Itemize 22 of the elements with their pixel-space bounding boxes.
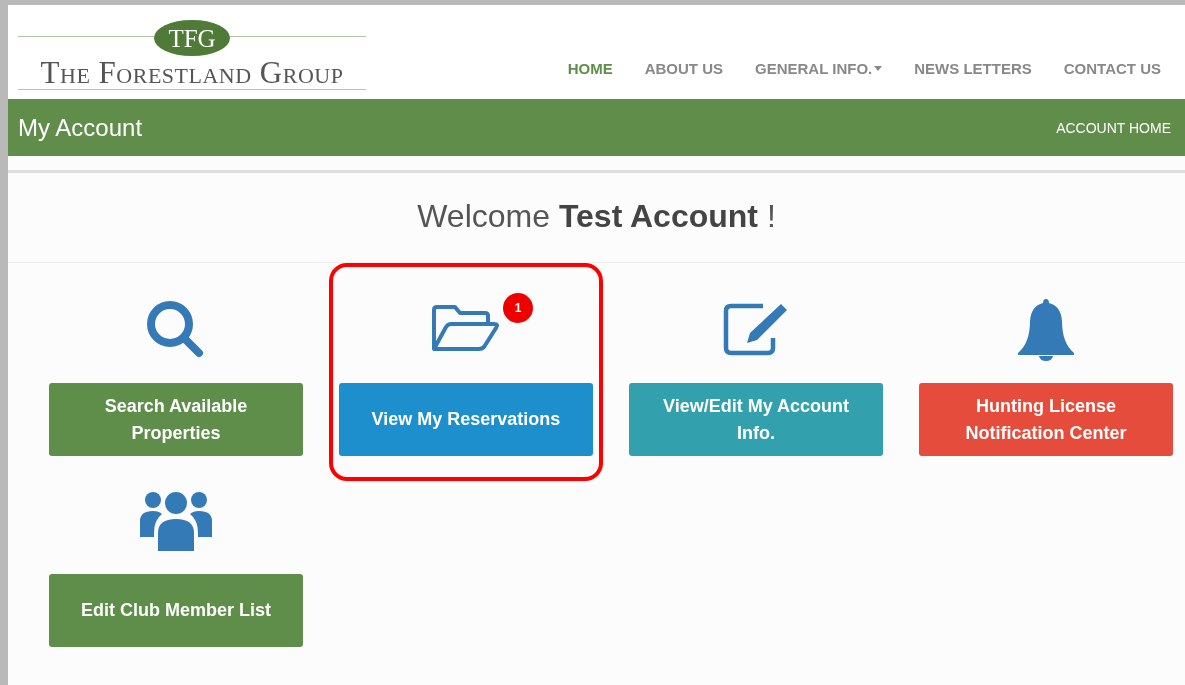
folder-icon bbox=[431, 304, 501, 354]
group-icon bbox=[140, 489, 212, 551]
tile-button[interactable]: View/Edit My Account Info. bbox=[629, 383, 883, 456]
nav-link[interactable]: ABOUT US bbox=[628, 60, 740, 77]
edit-icon bbox=[723, 302, 789, 356]
tile-button[interactable]: Search Available Properties bbox=[49, 383, 303, 456]
welcome-heading: Welcome Test Account ! bbox=[8, 173, 1185, 263]
caret-icon bbox=[874, 66, 883, 71]
tile-button[interactable]: Edit Club Member List bbox=[49, 574, 303, 647]
tile-button[interactable]: View My Reservations bbox=[339, 383, 593, 456]
nav-link[interactable]: HOME bbox=[551, 60, 629, 77]
nav-link[interactable]: CONTACT US bbox=[1047, 60, 1177, 77]
account-home-link[interactable]: ACCOUNT HOME bbox=[1056, 119, 1171, 136]
nav-link[interactable]: GENERAL INFO. bbox=[739, 60, 899, 77]
page-title: My Account bbox=[18, 113, 143, 142]
bell-icon bbox=[1015, 297, 1077, 361]
logo-text: The Forestland Group bbox=[40, 57, 344, 89]
logo[interactable]: TFG The Forestland Group bbox=[18, 20, 366, 90]
logo-mark: TFG bbox=[154, 20, 230, 56]
tile-button[interactable]: Hunting License Notification Center bbox=[919, 383, 1173, 456]
notification-badge: 1 bbox=[503, 293, 533, 323]
nav-link[interactable]: NEWS LETTERS bbox=[898, 60, 1048, 77]
